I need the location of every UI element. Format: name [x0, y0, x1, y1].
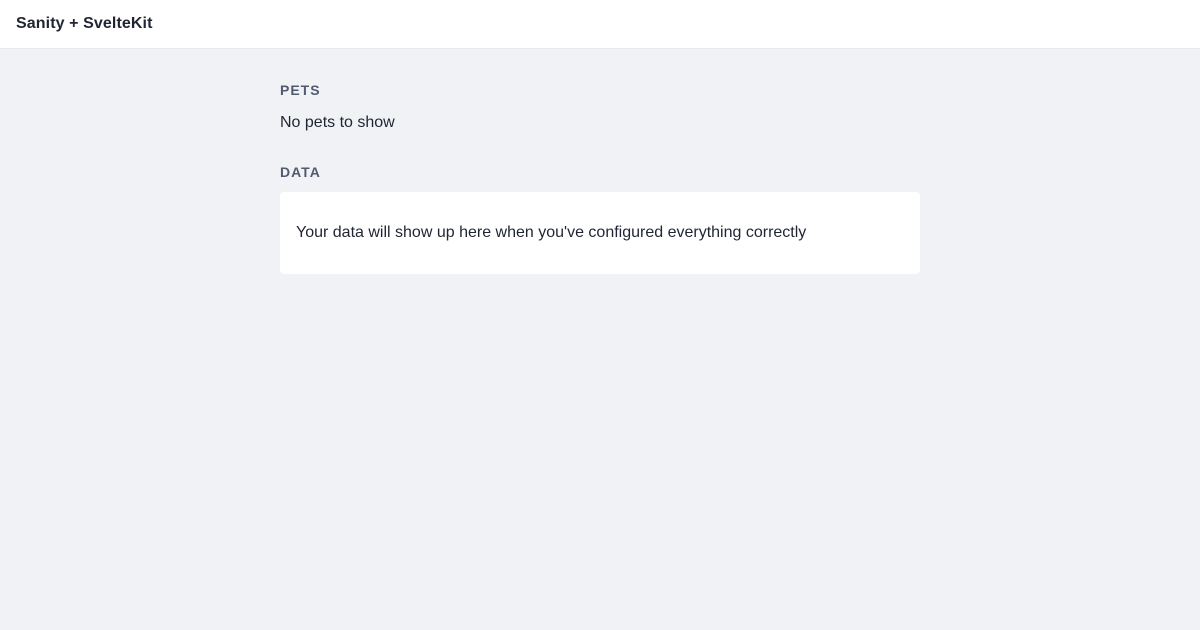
data-card: Your data will show up here when you've …	[280, 192, 920, 274]
data-heading: DATA	[280, 164, 321, 180]
main-content: PETS No pets to show DATA Your data will…	[280, 49, 920, 274]
data-section: DATA Your data will show up here when yo…	[280, 164, 920, 274]
data-placeholder-message: Your data will show up here when you've …	[296, 224, 807, 241]
pets-section: PETS No pets to show	[280, 82, 920, 132]
pets-heading: PETS	[280, 82, 321, 98]
no-pets-message: No pets to show	[280, 114, 395, 131]
top-bar: Sanity + SvelteKit	[0, 0, 1200, 49]
site-title-link[interactable]: Sanity + SvelteKit	[16, 15, 153, 33]
